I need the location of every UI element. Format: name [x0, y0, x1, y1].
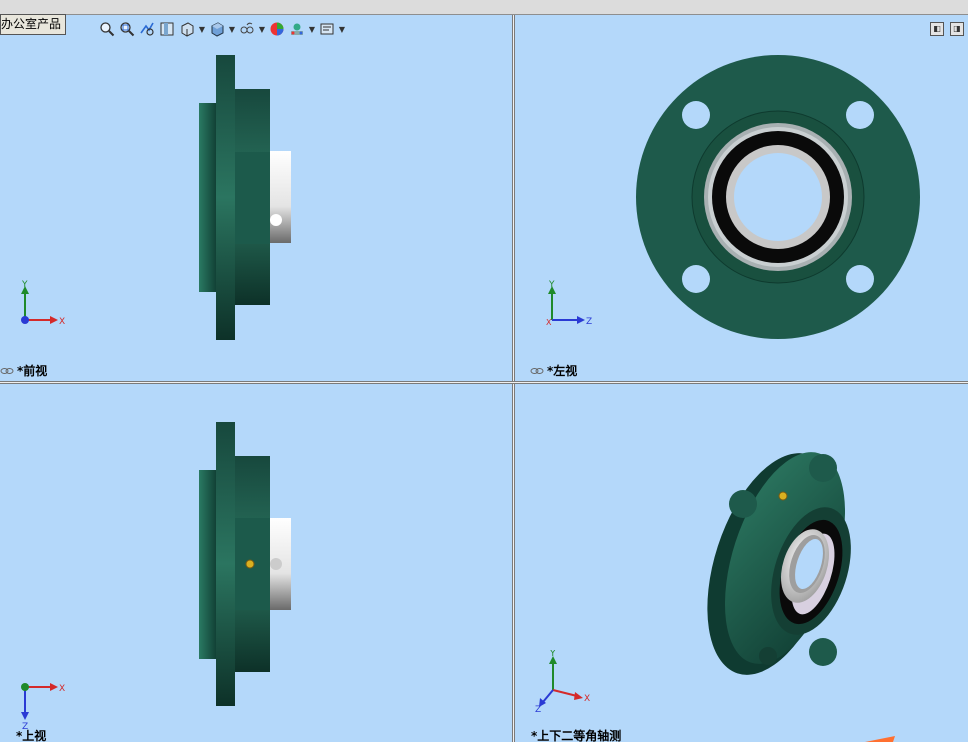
view-label: *左视 [530, 362, 577, 379]
view-orientation-icon[interactable] [178, 20, 196, 38]
svg-text:X: X [584, 694, 590, 704]
view-name-left: *左视 [547, 364, 578, 378]
zoom-to-area-icon[interactable] [118, 20, 136, 38]
top-menu-strip [0, 0, 968, 15]
svg-text:X: X [59, 317, 65, 327]
axis-triad: Y X [14, 278, 74, 333]
chevron-down-icon[interactable]: ▼ [258, 25, 266, 34]
svg-text:Z: Z [535, 705, 541, 712]
top-view-model [199, 422, 291, 706]
viewport-front[interactable]: Y X *前视 [0, 15, 512, 381]
chevron-down-icon[interactable]: ▼ [308, 25, 316, 34]
view-name-top: *上视 [16, 729, 47, 742]
svg-text:Z: Z [586, 317, 592, 327]
svg-text:Y: Y [21, 280, 28, 290]
view-label: *上视 [16, 727, 46, 742]
maximize-view-icon[interactable]: ◨ [950, 22, 964, 36]
view-settings-icon[interactable] [318, 20, 336, 38]
axis-triad: Y X Z [535, 650, 610, 712]
front-view-model [199, 55, 291, 340]
hide-show-items-icon[interactable] [238, 20, 256, 38]
svg-text:Y: Y [548, 280, 555, 290]
chevron-down-icon[interactable]: ▼ [338, 25, 346, 34]
split-view-icon[interactable]: ◧ [930, 22, 944, 36]
viewport-controls: ◧ ◨ [930, 22, 964, 36]
previous-view-icon[interactable] [138, 20, 156, 38]
chevron-down-icon[interactable]: ▼ [228, 25, 236, 34]
view-name-front: *前视 [17, 364, 48, 378]
edit-appearance-icon[interactable] [268, 20, 286, 38]
zoom-to-fit-icon[interactable] [98, 20, 116, 38]
chevron-down-icon[interactable]: ▼ [198, 25, 206, 34]
section-view-icon[interactable] [158, 20, 176, 38]
viewport-left[interactable]: Y Z X *左视 [515, 15, 968, 381]
display-style-icon[interactable] [208, 20, 226, 38]
tooltip: 办公室产品 [0, 14, 67, 35]
view-name-isometric: *上下二等角轴测 [531, 729, 622, 742]
viewport-top[interactable]: Z X *上视 [0, 384, 512, 742]
axis-triad: Y Z X [541, 278, 601, 333]
link-icon [0, 367, 14, 374]
svg-text:Y: Y [549, 650, 556, 659]
apply-scene-icon[interactable] [288, 20, 306, 38]
axis-triad: Z X [14, 676, 74, 731]
view-label: *前视 [0, 362, 47, 379]
view-label: *上下二等角轴测 [531, 727, 621, 742]
svg-text:X: X [59, 684, 65, 694]
link-icon [530, 367, 544, 374]
view-toolbar: ▼ ▼ ▼ ▼ ▼ [98, 19, 346, 39]
viewport-splitter-horizontal[interactable] [0, 381, 968, 384]
viewport-splitter-vertical[interactable] [512, 15, 515, 742]
viewport-isometric[interactable]: Y X Z *上下二等角轴测 [515, 384, 968, 742]
svg-text:X: X [546, 318, 552, 327]
